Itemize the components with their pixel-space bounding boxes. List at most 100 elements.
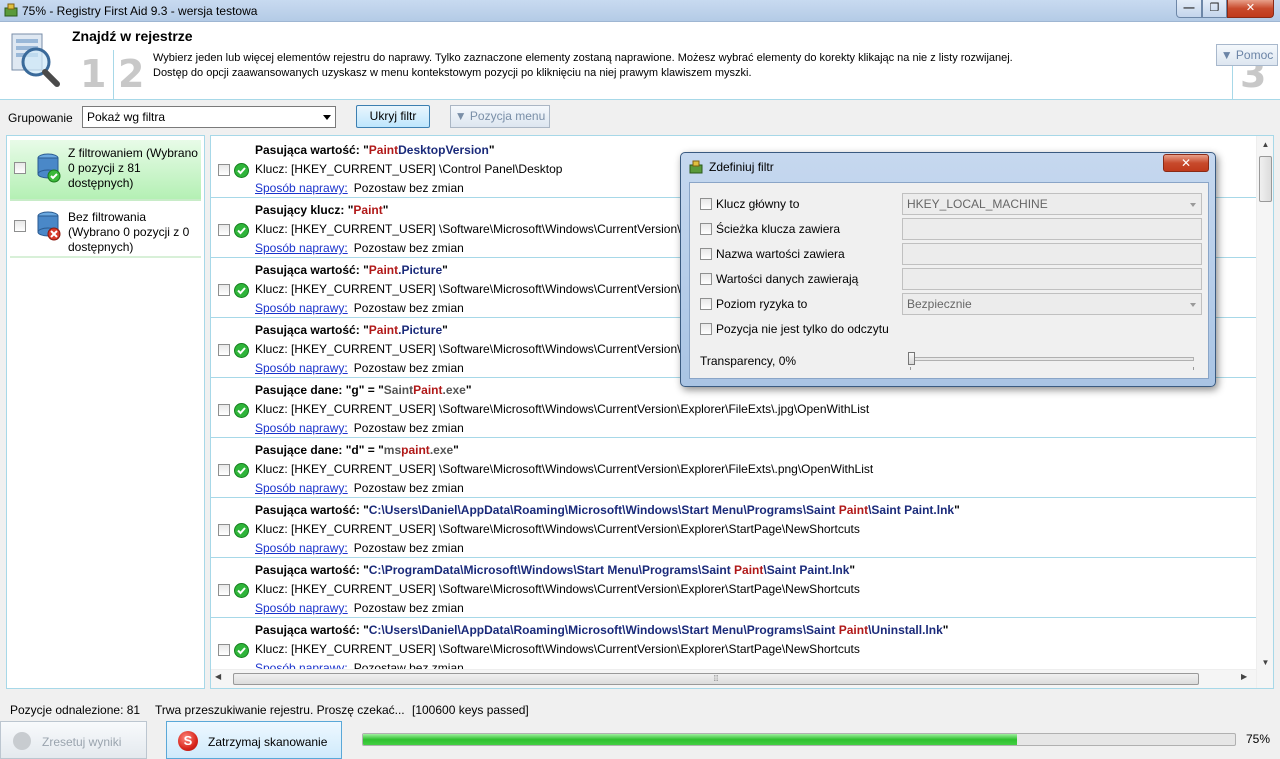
check-ok-icon	[234, 523, 249, 538]
fix-method-value: Pozostaw bez zmian	[353, 601, 464, 615]
registry-filtered-icon	[37, 153, 61, 183]
fix-method-link[interactable]: Sposób naprawy:	[255, 481, 348, 495]
fix-method: Sposób naprawy: Pozostaw bez zmian	[255, 601, 464, 615]
result-item[interactable]: Pasujące dane: "g" = "SaintPaint.exe" Klu…	[211, 378, 1256, 438]
group-checkbox[interactable]	[14, 220, 26, 232]
fix-method: Sposób naprawy: Pozostaw bez zmian	[255, 481, 464, 495]
fix-method-link[interactable]: Sposób naprawy:	[255, 301, 348, 315]
scroll-up-icon[interactable]: ▲	[1257, 136, 1273, 153]
match-value-suffix: .exe	[429, 443, 454, 457]
item-menu-button[interactable]: ▼ Pozycja menu	[450, 105, 550, 128]
match-line: Pasująca wartość: "PaintDesktopVersion"	[255, 143, 495, 157]
group-label: Bez filtrowania (Wybrano 0 pozycji z 0 d…	[68, 210, 190, 254]
fix-method-link[interactable]: Sposób naprawy:	[255, 601, 348, 615]
group-checkbox[interactable]	[14, 162, 26, 174]
transparency-label: Transparency, 0%	[700, 354, 797, 368]
result-item[interactable]: Pasująca wartość: " C:\ProgramData\Micros…	[211, 558, 1256, 618]
filter-select-value: Bezpiecznie	[907, 297, 972, 311]
transparency-slider[interactable]	[910, 357, 1194, 361]
filter-select[interactable]: HKEY_LOCAL_MACHINE	[902, 193, 1202, 215]
match-value-prefix: ms	[383, 443, 402, 457]
match-prefix: Pasujące dane: "g" =	[255, 383, 379, 397]
item-checkbox[interactable]	[218, 584, 230, 596]
instructions-line-2: Dostęp do opcji zaawansowanych uzyskasz …	[153, 67, 752, 79]
fix-method-value: Pozostaw bez zmian	[353, 541, 464, 555]
fix-method-value: Pozostaw bez zmian	[353, 301, 464, 315]
filter-text-input[interactable]	[902, 243, 1202, 265]
item-checkbox[interactable]	[218, 284, 230, 296]
registry-key: Klucz: [HKEY_CURRENT_USER] \Software\Mic…	[255, 222, 696, 236]
vertical-scrollbar[interactable]: ▲ ▼	[1256, 136, 1273, 688]
item-checkbox[interactable]	[218, 164, 230, 176]
step-divider	[113, 50, 114, 100]
minimize-button[interactable]: —	[1176, 0, 1202, 18]
scroll-thumb[interactable]	[1259, 156, 1272, 202]
filter-checkbox[interactable]	[700, 273, 712, 285]
quote-close: "	[954, 503, 960, 517]
grouping-label: Grupowanie	[8, 111, 73, 125]
quote-close: "	[942, 623, 949, 637]
grouping-select[interactable]: Pokaż wg filtra	[82, 106, 336, 128]
scroll-thumb-horizontal[interactable]: ⁞⁞	[233, 673, 1199, 685]
fix-method-link[interactable]: Sposób naprawy:	[255, 361, 348, 375]
match-value-suffix: .Picture	[398, 263, 443, 277]
fix-method: Sposób naprawy: Pozostaw bez zmian	[255, 421, 464, 435]
check-ok-icon	[234, 403, 249, 418]
check-ok-icon	[234, 223, 249, 238]
quote-close: "	[465, 383, 472, 397]
item-checkbox[interactable]	[218, 464, 230, 476]
check-ok-icon	[234, 343, 249, 358]
fix-method-link[interactable]: Sposób naprawy:	[255, 421, 348, 435]
scroll-right-icon[interactable]: ▶	[1241, 672, 1247, 681]
item-checkbox[interactable]	[218, 524, 230, 536]
filter-row: Pozycja nie jest tylko do odczytu	[690, 318, 1208, 340]
match-highlight: paint	[401, 443, 430, 457]
item-checkbox[interactable]	[218, 644, 230, 656]
help-button[interactable]: ▼ Pomoc	[1216, 44, 1278, 66]
transparency-slider-thumb[interactable]	[908, 352, 915, 365]
match-prefix: Pasująca wartość:	[255, 623, 364, 637]
group-item-unfiltered[interactable]: Bez filtrowania (Wybrano 0 pozycji z 0 d…	[10, 204, 201, 258]
fix-method-link[interactable]: Sposób naprawy:	[255, 541, 348, 555]
item-checkbox[interactable]	[218, 404, 230, 416]
item-checkbox[interactable]	[218, 224, 230, 236]
filter-text-input[interactable]	[902, 268, 1202, 290]
filter-label: Poziom ryzyka to	[716, 297, 808, 311]
scroll-left-icon[interactable]: ◀	[215, 672, 221, 681]
group-item-filtered[interactable]: Z filtrowaniem (Wybrano 0 pozycji z 81 d…	[10, 140, 201, 201]
define-filter-dialog: Zdefiniuj filtr ✕ Klucz główny to HKEY_LO…	[680, 152, 1216, 387]
filter-checkbox[interactable]	[700, 248, 712, 260]
item-checkbox[interactable]	[218, 344, 230, 356]
registry-key: Klucz: [HKEY_CURRENT_USER] \Software\Mic…	[255, 522, 860, 536]
stop-icon: S	[178, 731, 198, 751]
keys-passed: [100600 keys passed]	[412, 703, 529, 717]
filter-select[interactable]: Bezpiecznie	[902, 293, 1202, 315]
filter-text-input[interactable]	[902, 218, 1202, 240]
filter-checkbox[interactable]	[700, 198, 712, 210]
match-prefix: Pasująca wartość:	[255, 563, 364, 577]
quote-close: "	[453, 443, 459, 457]
horizontal-scrollbar[interactable]: ◀ ⁞⁞ ▶	[211, 669, 1256, 688]
fix-method-link[interactable]: Sposób naprawy:	[255, 181, 348, 195]
fix-method-link[interactable]: Sposób naprawy:	[255, 241, 348, 255]
result-item[interactable]: Pasująca wartość: " C:\Users\Daniel\AppDa…	[211, 498, 1256, 558]
filter-row: Wartości danych zawierają	[690, 268, 1208, 290]
dialog-close-button[interactable]: ✕	[1163, 154, 1209, 172]
maximize-button[interactable]: ❐	[1202, 0, 1227, 18]
reset-results-button[interactable]: Zresetuj wyniki	[0, 721, 147, 759]
scroll-down-icon[interactable]: ▼	[1257, 654, 1273, 671]
match-highlight: Paint	[353, 203, 383, 217]
filter-checkbox[interactable]	[700, 323, 712, 335]
filter-checkbox[interactable]	[700, 223, 712, 235]
close-button[interactable]: ✕	[1227, 0, 1274, 18]
match-value-suffix: .Picture	[398, 323, 443, 337]
match-line: Pasujący klucz: "Paint"	[255, 203, 388, 217]
hide-filter-button[interactable]: Ukryj filtr	[356, 105, 430, 128]
match-prefix: Pasujące dane: "d" =	[255, 443, 379, 457]
reset-results-label: Zresetuj wyniki	[42, 735, 122, 749]
result-item[interactable]: Pasujące dane: "d" = "mspaint.exe" Klucz:…	[211, 438, 1256, 498]
stop-scan-label: Zatrzymaj skanowanie	[208, 735, 328, 749]
quote-close: "	[488, 143, 495, 157]
filter-checkbox[interactable]	[700, 298, 712, 310]
stop-scan-button[interactable]: S Zatrzymaj skanowanie	[166, 721, 342, 759]
